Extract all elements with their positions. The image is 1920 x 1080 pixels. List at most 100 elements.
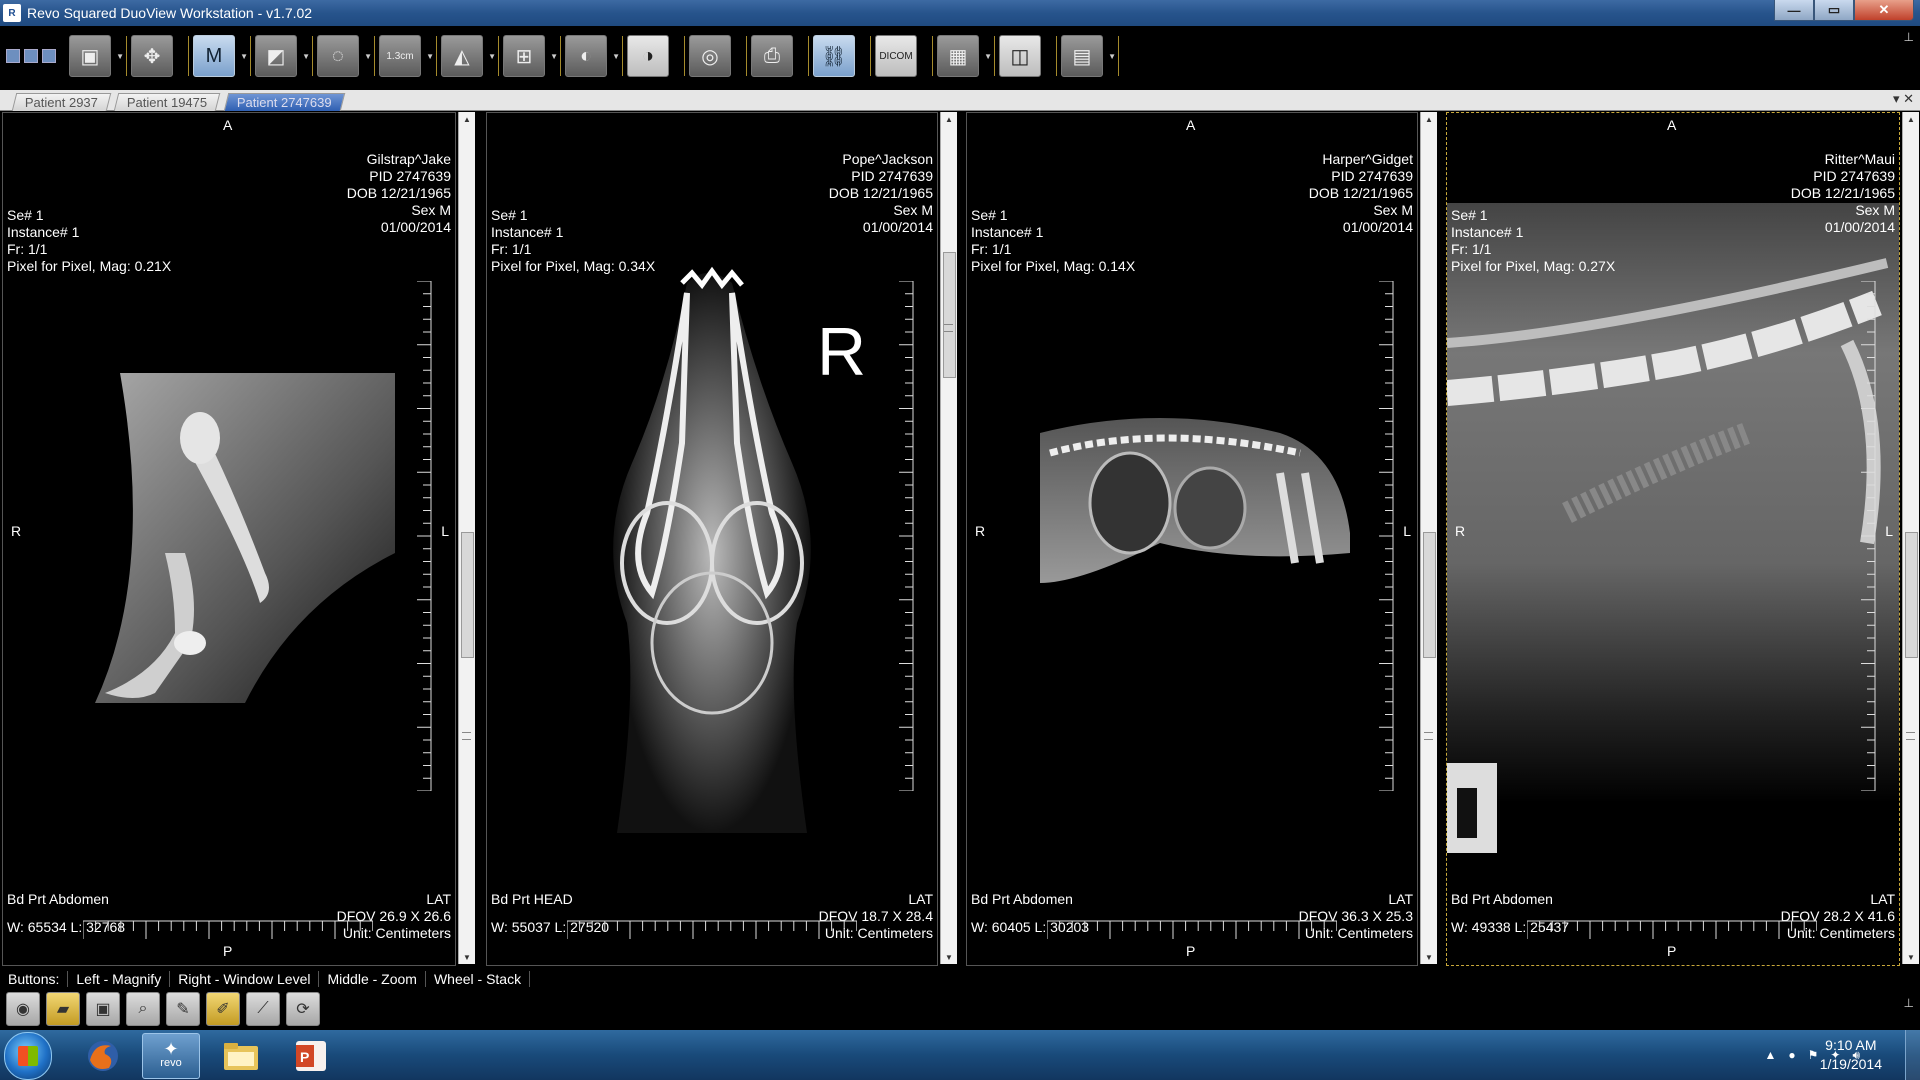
xray-image (95, 373, 395, 708)
save-icon[interactable] (6, 49, 20, 63)
scroll-grip (944, 324, 953, 332)
maximize-button[interactable]: ▭ (1814, 0, 1854, 21)
archive-dropdown-arrow-icon[interactable]: ▼ (116, 52, 124, 61)
print-small-icon[interactable] (42, 49, 56, 63)
start-button[interactable] (4, 1032, 52, 1080)
link-tool-button[interactable]: ⛓ (810, 32, 871, 80)
viewport-2-scrollbar[interactable]: ▲ ▼ (940, 112, 957, 964)
angle-dropdown-arrow-icon[interactable]: ▼ (488, 52, 496, 61)
scroll-thumb[interactable] (1423, 532, 1436, 658)
edit-icon[interactable]: ✐ (206, 992, 240, 1026)
svg-text:P: P (300, 1049, 309, 1065)
scroll-up-arrow-icon[interactable]: ▲ (1903, 112, 1919, 126)
tab-patient-2937[interactable]: Patient 2937 (11, 93, 112, 111)
print-tool-button[interactable]: ⎙ (748, 32, 809, 80)
export-tool-button[interactable]: ◫ (996, 32, 1057, 80)
viewport-4-scrollbar[interactable]: ▲ ▼ (1902, 112, 1919, 964)
action-center-icon[interactable]: ⚑ (1808, 1048, 1819, 1062)
cine-tool-button[interactable]: ◎ (686, 32, 747, 80)
annotate-icon[interactable]: ✎ (166, 992, 200, 1026)
series-info-overlay: Se# 1 Instance# 1 Fr: 1/1 Pixel for Pixel, … (491, 207, 655, 275)
system-clock[interactable]: 9:10 AM 1/19/2014 (1820, 1036, 1882, 1074)
patient-sex: Sex M (1373, 202, 1413, 218)
show-desktop-button[interactable] (1905, 1030, 1920, 1080)
window-level-tool-button[interactable]: ◩ ▼ (252, 32, 313, 80)
viewport-2[interactable]: R Pope^Jackson PID 2747639 DOB 12/21/1965 Se… (486, 112, 938, 966)
layout-dropdown-arrow-icon[interactable]: ▼ (550, 52, 558, 61)
search-icon[interactable]: ⌕ (126, 992, 160, 1026)
measure-tool-button[interactable]: 1.3cm ▼ (376, 32, 437, 80)
firefox-task[interactable] (74, 1033, 132, 1079)
body-part-label: Bd Prt Abdomen (7, 891, 109, 907)
close-button[interactable]: ✕ (1854, 0, 1914, 21)
scroll-down-arrow-icon[interactable]: ▼ (941, 950, 957, 964)
measure-dropdown-arrow-icon[interactable]: ▼ (426, 52, 434, 61)
copy-icon[interactable] (24, 49, 38, 63)
explorer-task[interactable] (212, 1033, 270, 1079)
viewport-3-scrollbar[interactable]: ▲ ▼ (1420, 112, 1437, 964)
rotate-dropdown-arrow-icon[interactable]: ▼ (612, 52, 620, 61)
viewport-1-scrollbar[interactable]: ▲ ▼ (458, 112, 475, 964)
layout-tool-button[interactable]: ⊞ ▼ (500, 32, 561, 80)
magnify-tool-button[interactable]: M ▼ (190, 32, 251, 80)
patient-tabs: Patient 2937 Patient 19475 Patient 27476… (0, 90, 1920, 111)
pin-icon[interactable]: ⊥ (1904, 30, 1914, 44)
right-button-mode[interactable]: Right - Window Level (170, 971, 320, 987)
series-mag: Pixel for Pixel, Mag: 0.34X (491, 258, 656, 274)
tab-patient-19475[interactable]: Patient 19475 (113, 93, 221, 111)
angle-tool-button[interactable]: ◭ ▼ (438, 32, 499, 80)
invert-tool-button[interactable]: ◑ (624, 32, 685, 80)
tab-controls[interactable]: ▾ ✕ (1893, 91, 1914, 107)
orientation-left: R (1455, 523, 1466, 539)
show-hidden-icons-icon[interactable]: ▲ (1764, 1048, 1776, 1062)
powerpoint-icon: P (296, 1041, 326, 1071)
scroll-thumb[interactable] (461, 532, 474, 658)
roi-icon: ◌ (317, 35, 359, 77)
bottom-pin-icon[interactable]: ⊥ (1904, 996, 1914, 1010)
patient-card-icon[interactable]: ▣ (86, 992, 120, 1026)
orientation-right: L (1885, 523, 1893, 539)
scroll-thumb[interactable] (1905, 532, 1918, 658)
revo-task[interactable]: ✦ revo (142, 1033, 200, 1079)
line-tool-icon[interactable]: ⟋ (246, 992, 280, 1026)
roi-tool-button[interactable]: ◌ ▼ (314, 32, 375, 80)
wheel-mode[interactable]: Wheel - Stack (426, 971, 531, 987)
series-instance: Instance# 1 (7, 224, 80, 240)
film-tool-button[interactable]: ▤ ▼ (1058, 32, 1119, 80)
pan-tool-button[interactable]: ✥ (128, 32, 189, 80)
toolbar-divider (870, 36, 871, 76)
scroll-up-arrow-icon[interactable]: ▲ (1421, 112, 1437, 126)
middle-button-mode[interactable]: Middle - Zoom (319, 971, 426, 987)
powerpoint-task[interactable]: P (282, 1033, 340, 1079)
viewport-1[interactable]: A P R L Gilstrap^Jake PID 2747639 DOB 12/21/19… (2, 112, 456, 966)
body-part-label: Bd Prt Abdomen (971, 891, 1073, 907)
tool-group: ▣ ▼ ✥ M ▼ ◩ ▼ ◌ ▼ 1.3cm ▼ ◭ ▼ ⊞ ▼ ◐ ▼ ◑ ◎ ⎙ ⛓ DICOM ▦ ▼ ◫ ▤ ▼ (66, 32, 1120, 80)
scroll-down-arrow-icon[interactable]: ▼ (459, 950, 475, 964)
left-button-mode[interactable]: Left - Magnify (68, 971, 171, 987)
refresh-icon[interactable]: ⟳ (286, 992, 320, 1026)
roi-dropdown-arrow-icon[interactable]: ▼ (364, 52, 372, 61)
series-layout-dropdown-arrow-icon[interactable]: ▼ (984, 52, 992, 61)
scroll-down-arrow-icon[interactable]: ▼ (1903, 950, 1919, 964)
series-layout-tool-button[interactable]: ▦ ▼ (934, 32, 995, 80)
magnify-dropdown-arrow-icon[interactable]: ▼ (240, 52, 248, 61)
scroll-down-arrow-icon[interactable]: ▼ (1421, 950, 1437, 964)
scroll-thumb[interactable] (943, 252, 956, 378)
open-folder-icon[interactable]: ▰ (46, 992, 80, 1026)
archive-tool-button[interactable]: ▣ ▼ (66, 32, 127, 80)
print-icon: ⎙ (751, 35, 793, 77)
dicom-info-tool-button[interactable]: DICOM (872, 32, 933, 80)
viewport-4[interactable]: A P R L Ritter^Maui PID 2747639 DOB 12/21/1965… (1446, 112, 1900, 966)
minimize-button[interactable]: — (1774, 0, 1814, 21)
tab-patient-2747639[interactable]: Patient 2747639 (223, 93, 345, 111)
clock-date: 1/19/2014 (1819, 1056, 1882, 1072)
viewport-3[interactable]: A P R L Harper^Gidget PID 2747639 DOB 12/21/19… (966, 112, 1418, 966)
patient-sex: Sex M (411, 202, 451, 218)
film-dropdown-arrow-icon[interactable]: ▼ (1108, 52, 1116, 61)
scroll-up-arrow-icon[interactable]: ▲ (941, 112, 957, 126)
scroll-up-arrow-icon[interactable]: ▲ (459, 112, 475, 126)
worklist-icon[interactable]: ◉ (6, 992, 40, 1026)
rotate-tool-button[interactable]: ◐ ▼ (562, 32, 623, 80)
network-user-icon[interactable]: ● (1788, 1048, 1795, 1062)
window-level-dropdown-arrow-icon[interactable]: ▼ (302, 52, 310, 61)
